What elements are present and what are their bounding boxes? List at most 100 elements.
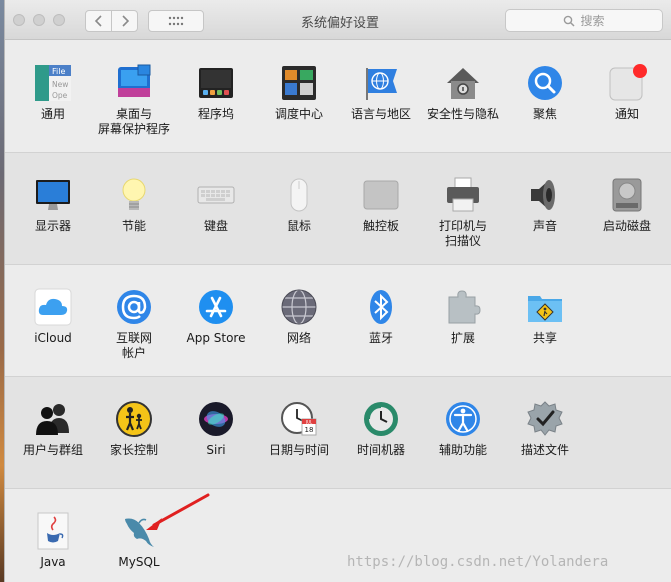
pane-sound[interactable]: 声音 xyxy=(504,175,586,234)
pane-label: 互联网 帐户 xyxy=(115,331,152,360)
pane-label: 网络 xyxy=(286,331,311,345)
pane-accessibility[interactable]: 辅助功能 xyxy=(422,399,504,458)
pane-app-store[interactable]: App Store xyxy=(175,287,257,346)
siri-icon xyxy=(199,402,233,436)
pane-label: 调度中心 xyxy=(274,107,323,121)
bluetooth-icon xyxy=(370,290,392,324)
pane-label: 显示器 xyxy=(34,219,71,233)
speaker-icon xyxy=(531,180,555,210)
flag-globe-icon xyxy=(366,68,397,100)
profiles-checkmark-icon xyxy=(527,401,563,436)
pane-language-region[interactable]: 语言与地区 xyxy=(340,63,422,122)
pane-keyboard[interactable]: 键盘 xyxy=(175,175,257,234)
pane-general[interactable]: File New Ope 通用 xyxy=(12,63,94,122)
pane-label: 时间机器 xyxy=(356,443,405,457)
zoom-window-button[interactable] xyxy=(53,14,65,26)
pane-label: App Store xyxy=(186,331,246,345)
minimize-window-button[interactable] xyxy=(33,14,45,26)
globe-icon xyxy=(281,289,317,325)
lightbulb-icon xyxy=(122,178,146,210)
pane-energy-saver[interactable]: 节能 xyxy=(93,175,175,234)
pane-siri[interactable]: Siri xyxy=(175,399,257,458)
pane-dock[interactable]: 程序坞 xyxy=(175,63,257,122)
pane-label: Java xyxy=(40,555,66,569)
calendar-month-text: JUL xyxy=(305,420,313,425)
pane-label: 安全性与隐私 xyxy=(426,107,499,121)
show-all-button[interactable] xyxy=(148,10,204,32)
chevron-left-icon xyxy=(94,15,102,27)
system-section: 用户与群组 家长控制 Siri JUL 18 日期与时间 时间机器 辅助功能 描… xyxy=(5,377,671,489)
pane-network[interactable]: 网络 xyxy=(258,287,340,346)
pane-label: 聚焦 xyxy=(532,107,557,121)
system-preferences-window: 系统偏好设置 搜索 File New Ope 通用 桌面与 屏幕保护程序 程序坞… xyxy=(4,0,671,582)
at-sign-icon xyxy=(117,290,151,324)
pane-label: 辅助功能 xyxy=(438,443,487,457)
pane-mouse[interactable]: 鼠标 xyxy=(258,175,340,234)
desktop-screensaver-icon xyxy=(118,64,151,97)
parental-controls-icon xyxy=(116,401,152,437)
pane-java[interactable]: Java xyxy=(12,511,94,570)
calendar-day-text: 18 xyxy=(305,426,314,434)
general-icon-file-text: File xyxy=(52,67,65,76)
notification-badge xyxy=(633,64,647,78)
pane-label: 用户与群组 xyxy=(22,443,83,457)
pane-icloud[interactable]: iCloud xyxy=(12,287,94,346)
title-bar: 系统偏好设置 搜索 xyxy=(5,0,671,40)
pane-label: 蓝牙 xyxy=(368,331,393,345)
mouse-icon xyxy=(290,178,308,212)
pane-label: 通用 xyxy=(40,107,65,121)
forward-button[interactable] xyxy=(111,10,138,32)
search-icon xyxy=(564,15,576,27)
pane-label: 打印机与 扫描仪 xyxy=(438,219,487,248)
pane-label: 节能 xyxy=(121,219,146,233)
pane-label: 桌面与 屏幕保护程序 xyxy=(97,107,170,136)
pane-label: 扩展 xyxy=(450,331,475,345)
pane-extensions[interactable]: 扩展 xyxy=(422,287,504,346)
search-field[interactable]: 搜索 xyxy=(505,9,663,32)
display-icon xyxy=(36,180,70,210)
pane-profiles[interactable]: 描述文件 xyxy=(504,399,586,458)
pane-bluetooth[interactable]: 蓝牙 xyxy=(340,287,422,346)
pane-mission-control[interactable]: 调度中心 xyxy=(258,63,340,122)
icloud-icon xyxy=(34,288,72,326)
pane-printers-scanners[interactable]: 打印机与 扫描仪 xyxy=(422,175,504,249)
internet-section: iCloud 互联网 帐户 App Store 网络 蓝牙 扩展 共享 xyxy=(5,265,671,377)
pane-users-groups[interactable]: 用户与群组 xyxy=(12,399,94,458)
window-title: 系统偏好设置 xyxy=(300,16,379,31)
search-placeholder: 搜索 xyxy=(580,14,605,28)
general-icon-open-text: Ope xyxy=(52,91,68,100)
pane-label: 共享 xyxy=(532,331,557,345)
clock-calendar-icon: JUL 18 xyxy=(281,402,317,436)
general-icon-new-text: New xyxy=(52,80,68,89)
pane-label: 语言与地区 xyxy=(350,107,411,121)
pane-label: 日期与时间 xyxy=(268,443,329,457)
pane-label: 家长控制 xyxy=(109,443,158,457)
pane-desktop-screensaver[interactable]: 桌面与 屏幕保护程序 xyxy=(93,63,175,137)
pane-label: 程序坞 xyxy=(197,107,234,121)
shared-folder-icon xyxy=(528,296,562,322)
pane-date-time[interactable]: JUL 18 日期与时间 xyxy=(258,399,340,458)
pane-notifications[interactable]: 通知 xyxy=(586,63,668,122)
pane-sharing[interactable]: 共享 xyxy=(504,287,586,346)
pane-displays[interactable]: 显示器 xyxy=(12,175,94,234)
spotlight-icon xyxy=(528,66,562,100)
pane-internet-accounts[interactable]: 互联网 帐户 xyxy=(93,287,175,361)
hardware-section: 显示器 节能 键盘 鼠标 触控板 打印机与 扫描仪 声音 启动磁盘 xyxy=(5,153,671,265)
pane-label: Siri xyxy=(206,443,226,457)
pane-label: 通知 xyxy=(614,107,639,121)
close-window-button[interactable] xyxy=(13,14,25,26)
pane-security-privacy[interactable]: 安全性与隐私 xyxy=(422,63,504,122)
printer-icon xyxy=(447,177,479,212)
pane-parental-controls[interactable]: 家长控制 xyxy=(93,399,175,458)
pane-startup-disk[interactable]: 启动磁盘 xyxy=(586,175,668,234)
notifications-icon xyxy=(609,64,647,101)
grid-icon xyxy=(168,16,184,26)
pane-time-machine[interactable]: 时间机器 xyxy=(340,399,422,458)
pane-spotlight[interactable]: 聚焦 xyxy=(504,63,586,122)
puzzle-piece-icon xyxy=(448,290,481,324)
personal-section: File New Ope 通用 桌面与 屏幕保护程序 程序坞 调度中心 语言与地… xyxy=(5,41,671,153)
back-button[interactable] xyxy=(85,10,112,32)
pane-label: 启动磁盘 xyxy=(602,219,651,233)
general-icon: File New Ope xyxy=(35,65,71,101)
pane-trackpad[interactable]: 触控板 xyxy=(340,175,422,234)
